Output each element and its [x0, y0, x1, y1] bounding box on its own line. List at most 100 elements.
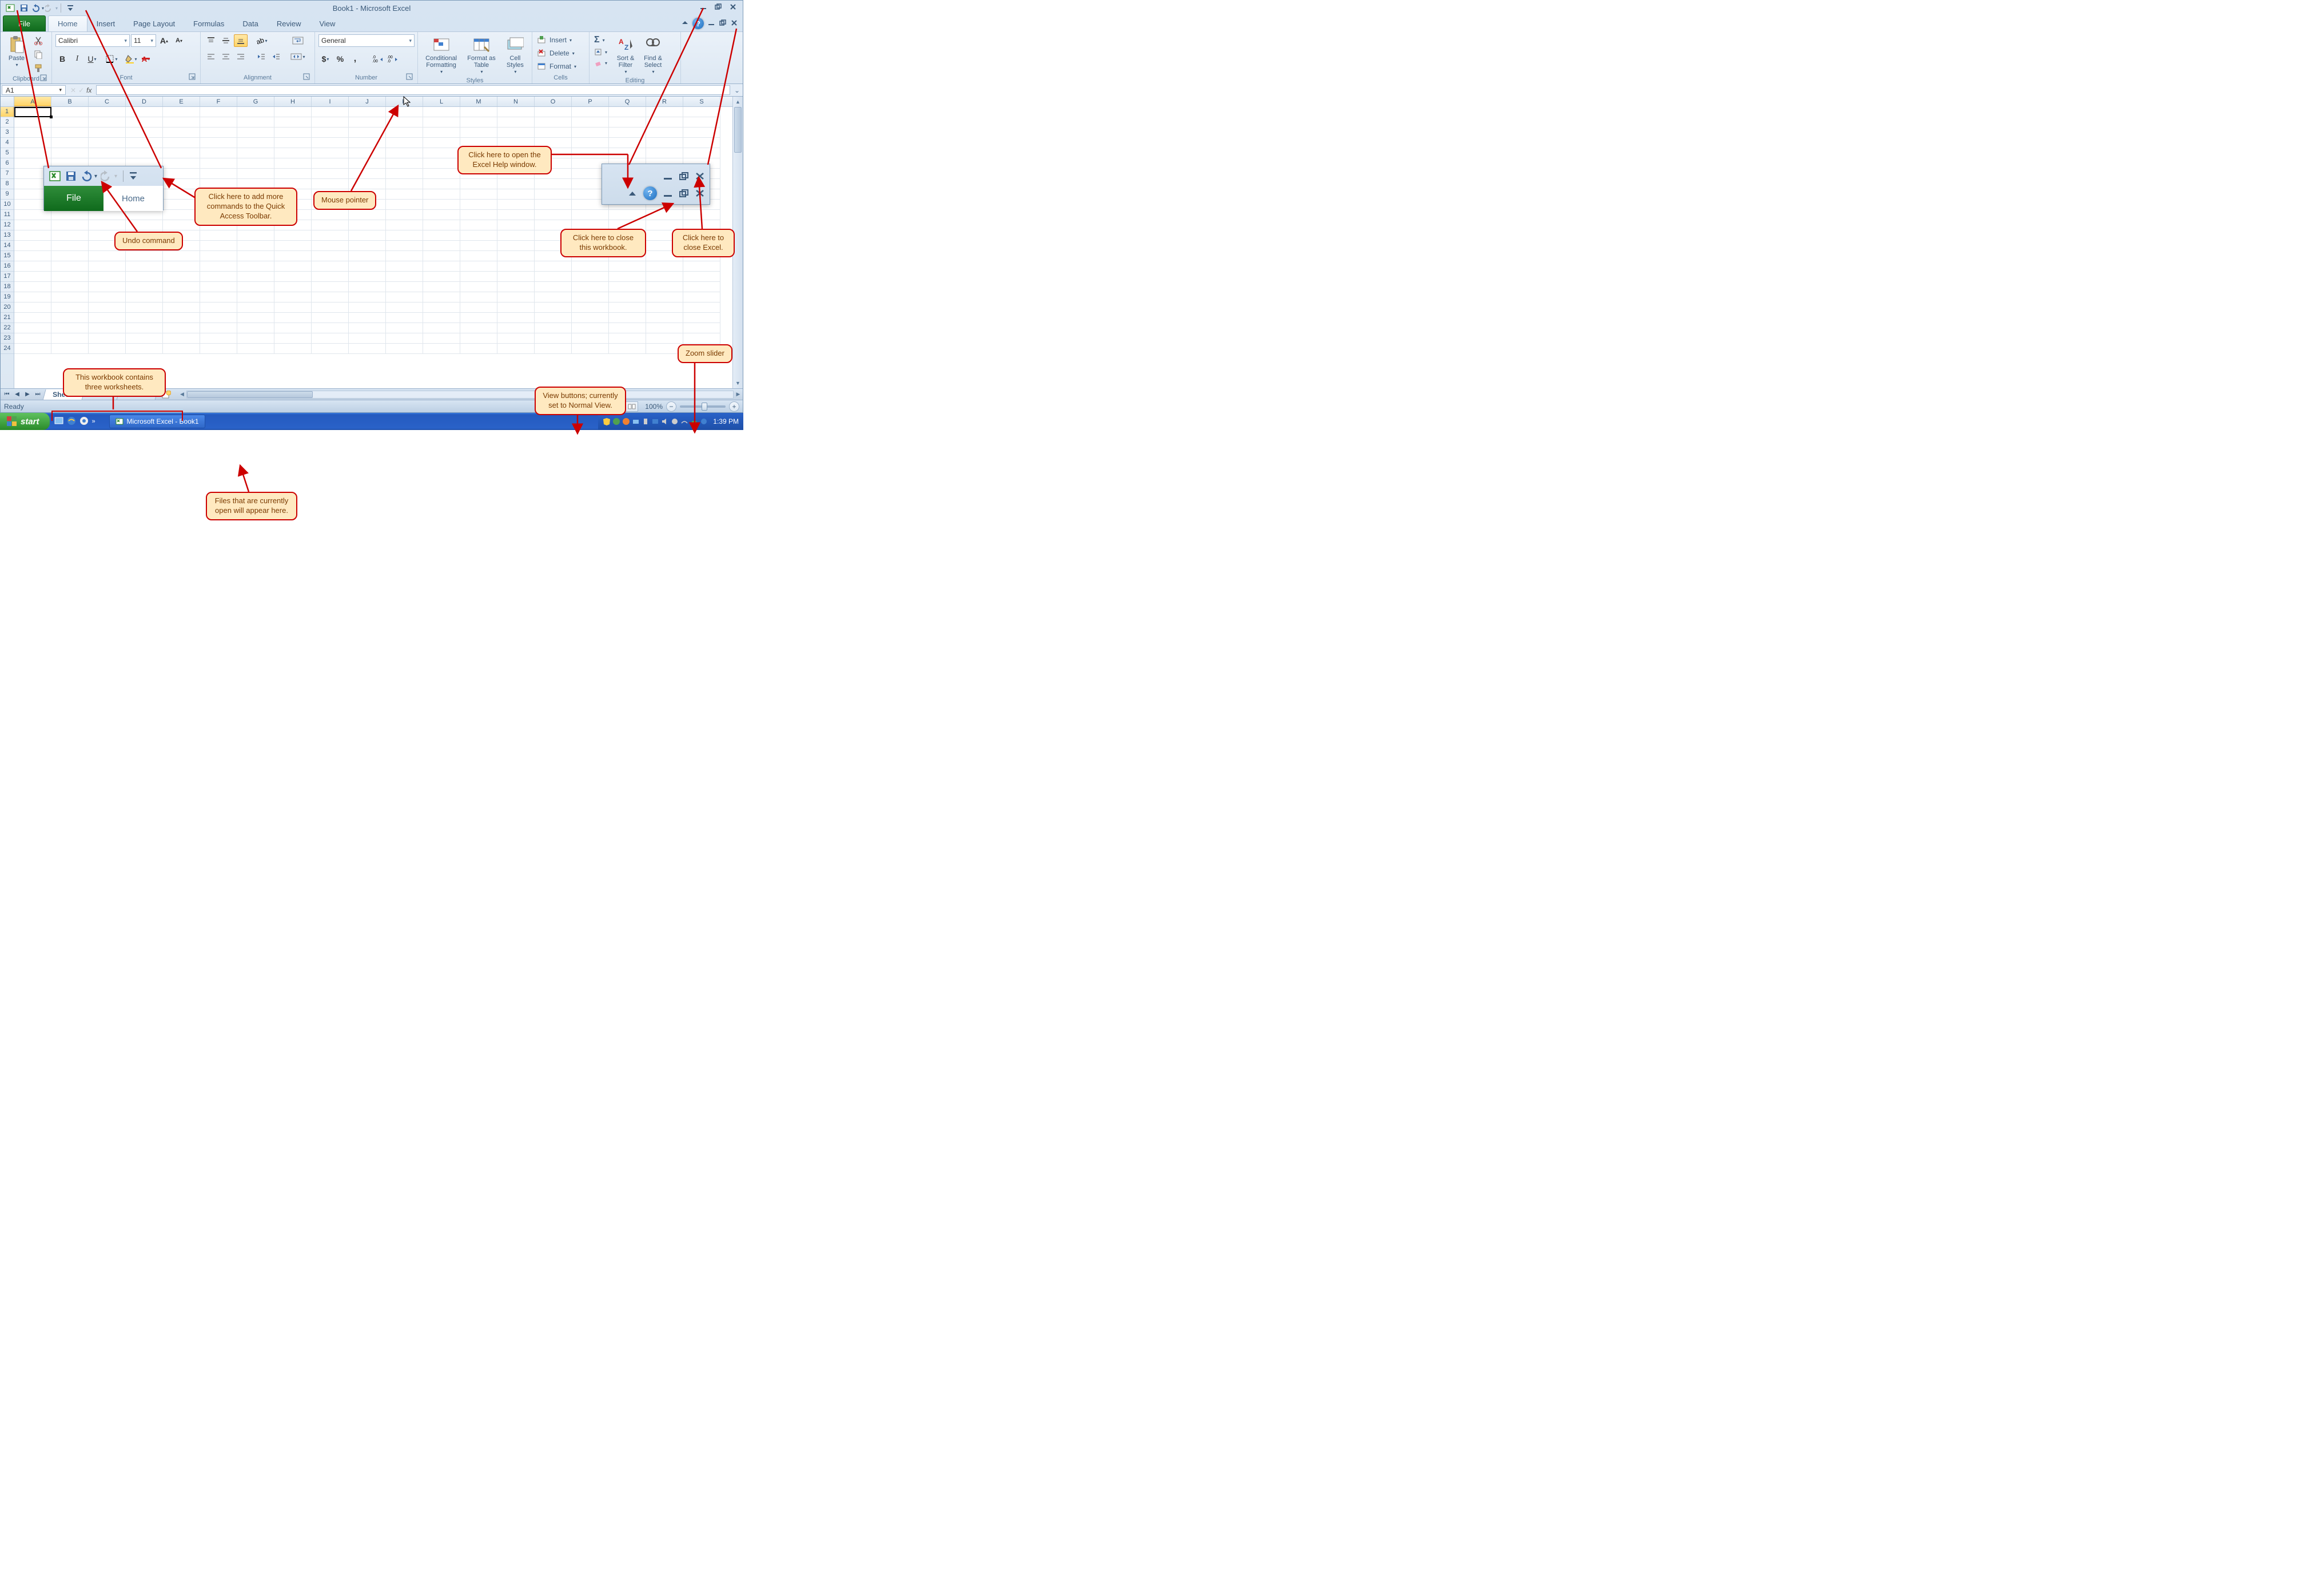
column-header[interactable]: J: [349, 97, 386, 106]
cell[interactable]: [683, 272, 720, 282]
cell[interactable]: [349, 158, 386, 169]
cell[interactable]: [200, 261, 237, 272]
cell[interactable]: [535, 282, 572, 292]
cell[interactable]: [423, 189, 460, 200]
cell[interactable]: [51, 344, 89, 354]
format-cells-button[interactable]: Format▾: [536, 61, 578, 72]
cell[interactable]: [386, 292, 423, 303]
column-header[interactable]: F: [200, 97, 237, 106]
cell[interactable]: [51, 251, 89, 261]
cell[interactable]: [386, 282, 423, 292]
column-header[interactable]: H: [274, 97, 312, 106]
cell[interactable]: [163, 313, 200, 323]
cell[interactable]: [609, 261, 646, 272]
insert-tab[interactable]: Insert: [87, 16, 125, 31]
cell[interactable]: [386, 220, 423, 230]
cell[interactable]: [683, 148, 720, 158]
cell[interactable]: [126, 107, 163, 117]
cell[interactable]: [51, 138, 89, 148]
font-name-combo[interactable]: Calibri▾: [55, 34, 130, 47]
start-button[interactable]: start: [0, 413, 50, 430]
first-sheet-icon[interactable]: ⏮: [2, 389, 12, 400]
cell[interactable]: [274, 158, 312, 169]
cell[interactable]: [126, 138, 163, 148]
cell[interactable]: [349, 107, 386, 117]
italic-icon[interactable]: I: [70, 53, 84, 65]
cell[interactable]: [237, 230, 274, 241]
cell[interactable]: [683, 303, 720, 313]
cell[interactable]: [683, 107, 720, 117]
row-header[interactable]: 14: [1, 241, 14, 251]
cell[interactable]: [51, 230, 89, 241]
cell[interactable]: [51, 241, 89, 251]
cell[interactable]: [460, 272, 497, 282]
cell[interactable]: [349, 169, 386, 179]
cell[interactable]: [460, 303, 497, 313]
cell[interactable]: [126, 292, 163, 303]
cell[interactable]: [200, 303, 237, 313]
cell[interactable]: [497, 272, 535, 282]
file-tab[interactable]: File: [3, 15, 46, 31]
cell[interactable]: [89, 272, 126, 282]
column-header[interactable]: N: [497, 97, 535, 106]
row-header[interactable]: 15: [1, 251, 14, 261]
cell[interactable]: [312, 303, 349, 313]
cell[interactable]: [535, 107, 572, 117]
cell[interactable]: [423, 158, 460, 169]
tray-shield-icon[interactable]: [603, 417, 611, 425]
cell[interactable]: [312, 148, 349, 158]
cell[interactable]: [535, 272, 572, 282]
cell[interactable]: [572, 313, 609, 323]
cell[interactable]: [497, 220, 535, 230]
cell[interactable]: [460, 210, 497, 220]
redo-icon[interactable]: ▾: [45, 2, 58, 14]
cell[interactable]: [312, 272, 349, 282]
cell[interactable]: [609, 128, 646, 138]
borders-icon[interactable]: ▾: [105, 53, 118, 65]
view-tab[interactable]: View: [310, 16, 344, 31]
cell[interactable]: [386, 344, 423, 354]
cell[interactable]: [386, 148, 423, 158]
cell[interactable]: [423, 313, 460, 323]
cell[interactable]: [312, 158, 349, 169]
cell[interactable]: [460, 292, 497, 303]
fill-button[interactable]: ▾: [593, 47, 608, 57]
zoom-out-icon[interactable]: −: [666, 401, 676, 412]
cell[interactable]: [683, 128, 720, 138]
cell[interactable]: [163, 138, 200, 148]
cell[interactable]: [423, 200, 460, 210]
tray-power-icon[interactable]: [642, 417, 650, 425]
help-icon[interactable]: ?: [692, 18, 704, 29]
cell[interactable]: [497, 117, 535, 128]
cell[interactable]: [237, 128, 274, 138]
cell[interactable]: [349, 292, 386, 303]
cell[interactable]: [89, 261, 126, 272]
cell[interactable]: [126, 323, 163, 333]
cell[interactable]: [423, 344, 460, 354]
row-header[interactable]: 17: [1, 272, 14, 282]
column-header[interactable]: S: [683, 97, 720, 106]
column-header[interactable]: G: [237, 97, 274, 106]
cell[interactable]: [163, 323, 200, 333]
taskbar-clock[interactable]: 1:39 PM: [713, 417, 739, 425]
cell[interactable]: [349, 128, 386, 138]
cell[interactable]: [312, 107, 349, 117]
tray-network-icon[interactable]: [632, 417, 640, 425]
cell[interactable]: [497, 189, 535, 200]
row-header[interactable]: 6: [1, 158, 14, 169]
close-workbook-button[interactable]: [730, 19, 738, 28]
cell[interactable]: [200, 138, 237, 148]
cell[interactable]: [200, 107, 237, 117]
cell[interactable]: [423, 323, 460, 333]
cell[interactable]: [460, 333, 497, 344]
close-app-button[interactable]: [726, 2, 740, 12]
fx-icon[interactable]: fx: [86, 86, 91, 94]
orientation-icon[interactable]: ab▾: [254, 34, 268, 47]
cell[interactable]: [460, 261, 497, 272]
row-header[interactable]: 11: [1, 210, 14, 220]
cell[interactable]: [386, 313, 423, 323]
cell[interactable]: [237, 272, 274, 282]
cell[interactable]: [51, 292, 89, 303]
data-tab[interactable]: Data: [233, 16, 267, 31]
column-header[interactable]: I: [312, 97, 349, 106]
